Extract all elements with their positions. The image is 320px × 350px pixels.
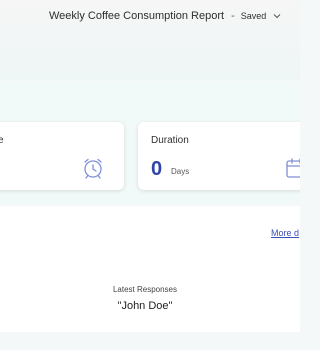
responses-section: More d Latest Responses "John Doe" [0, 206, 300, 332]
more-details-link[interactable]: More d [271, 228, 299, 238]
report-page: Weekly Coffee Consumption Report - Saved… [0, 0, 300, 350]
report-header: Weekly Coffee Consumption Report - Saved [0, 0, 300, 80]
duration-label: Duration [151, 135, 189, 146]
latest-response-name: "John Doe" [117, 300, 173, 312]
time-card: e [0, 122, 124, 190]
duration-card: Duration 0 Days [138, 122, 300, 190]
latest-responses-label: Latest Responses [112, 285, 178, 294]
calendar-icon [286, 158, 300, 178]
chevron-down-icon[interactable] [272, 11, 282, 21]
save-status: Saved [240, 11, 267, 21]
page-footer [0, 332, 300, 350]
title-separator: - [231, 10, 235, 22]
time-card-label: e [0, 135, 4, 146]
summary-section: e Duration 0 Days [0, 82, 300, 204]
duration-value: 0 [151, 158, 163, 180]
title-bar[interactable]: Weekly Coffee Consumption Report - Saved [0, 10, 300, 22]
report-title[interactable]: Weekly Coffee Consumption Report [49, 10, 224, 22]
alarm-clock-icon [84, 158, 102, 179]
duration-unit: Days [171, 167, 190, 176]
